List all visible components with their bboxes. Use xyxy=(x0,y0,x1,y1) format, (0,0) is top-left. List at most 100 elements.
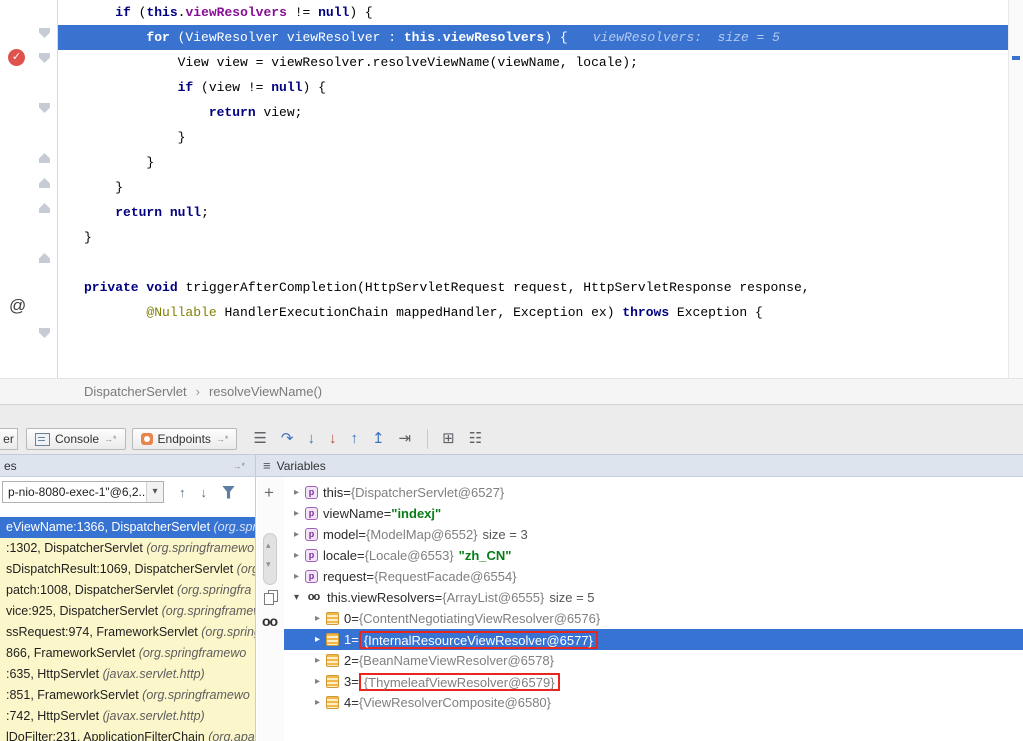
breakpoint-icon[interactable]: ✓ xyxy=(8,49,25,66)
frame-row[interactable]: :742, HttpServlet (javax.servlet.http) xyxy=(0,706,255,727)
equals-sign: = xyxy=(351,695,359,710)
watches-icon[interactable]: oo xyxy=(262,613,277,629)
chevron-right-icon[interactable]: ▸ xyxy=(290,571,303,582)
drop-frame-icon[interactable]: ↥ xyxy=(372,429,385,449)
variables-panel: ▸pthis = {DispatcherServlet@6527}▸pviewN… xyxy=(284,477,1023,741)
panel-headers: es →* ≡ Variables xyxy=(0,454,1023,477)
ide-window: ✓ @ if (this.viewResolvers != null) { fo… xyxy=(0,0,1023,741)
step-into-icon[interactable]: ↓ xyxy=(307,429,315,449)
variable-row[interactable]: ▸2 = {BeanNameViewResolver@6578} xyxy=(284,650,1023,671)
frame-row[interactable]: 866, FrameworkServlet (org.springframewo xyxy=(0,643,255,664)
fold-collapse-icon[interactable] xyxy=(39,28,50,38)
scroll-down-icon[interactable]: ▾ xyxy=(266,559,271,570)
frame-row[interactable]: vice:925, DispatcherServlet (org.springf… xyxy=(0,601,255,622)
variable-name: 2 xyxy=(344,653,351,668)
add-watch-icon[interactable]: + xyxy=(264,483,274,503)
chevron-right-icon[interactable]: ▸ xyxy=(290,487,303,498)
variable-name: model xyxy=(323,527,358,542)
variable-row[interactable]: ▸prequest = {RequestFacade@6554} xyxy=(284,566,1023,587)
restore-layout-icon[interactable]: ☷ xyxy=(469,429,482,449)
variable-row[interactable]: ▸0 = {ContentNegotiatingViewResolver@657… xyxy=(284,608,1023,629)
frame-row[interactable]: :635, HttpServlet (javax.servlet.http) xyxy=(0,664,255,685)
array-element-icon xyxy=(326,696,339,709)
step-over-icon[interactable]: ↷ xyxy=(281,429,294,449)
fold-end-icon[interactable] xyxy=(39,253,50,263)
variable-name: request xyxy=(323,569,366,584)
frame-location: patch:1008, DispatcherServlet xyxy=(6,583,177,597)
frame-row[interactable]: :851, FrameworkServlet (org.springframew… xyxy=(0,685,255,706)
chevron-right-icon[interactable]: ▸ xyxy=(290,508,303,519)
arrow-down-icon[interactable]: ↓ xyxy=(201,485,208,500)
frame-row[interactable]: eViewName:1366, DispatcherServlet (org.s… xyxy=(0,517,255,538)
thread-selector-dropdown[interactable]: p-nio-8080-exec-1"@6,2... ▾ xyxy=(2,481,164,503)
variable-value: {BeanNameViewResolver@6578} xyxy=(359,653,554,668)
variable-value-red-annotation: {InternalResourceViewResolver@6577} xyxy=(359,631,598,649)
fold-collapse-icon[interactable] xyxy=(39,103,50,113)
hamburger-icon[interactable]: ≡ xyxy=(263,458,271,473)
tab-console[interactable]: Console →* xyxy=(26,428,126,450)
frames-tab-fragment[interactable]: es xyxy=(4,459,17,473)
chevron-right-icon[interactable]: ▸ xyxy=(311,613,324,624)
frame-row[interactable]: patch:1008, DispatcherServlet (org.sprin… xyxy=(0,580,255,601)
variable-row[interactable]: ▸pthis = {DispatcherServlet@6527} xyxy=(284,482,1023,503)
fold-gutter xyxy=(37,0,53,378)
tab-debugger-fragment[interactable]: er xyxy=(0,428,18,450)
frame-location: ssRequest:974, FrameworkServlet xyxy=(6,625,201,639)
editor-scrollbar[interactable] xyxy=(1008,0,1023,378)
thread-row: p-nio-8080-exec-1"@6,2... ▾ ↑ ↓ xyxy=(0,480,255,504)
code-line: private void triggerAfterCompletion(Http… xyxy=(57,275,1009,300)
tab-endpoints[interactable]: Endpoints →* xyxy=(132,428,238,450)
variable-row[interactable]: ▸pviewName = "indexj" xyxy=(284,503,1023,524)
variable-value: {ContentNegotiatingViewResolver@6576} xyxy=(359,611,600,626)
frame-package: (org.apa xyxy=(208,730,255,741)
view-layout-grid-icon[interactable]: ⊞ xyxy=(427,429,455,449)
frame-row[interactable]: ssRequest:974, FrameworkServlet (org.spr… xyxy=(0,622,255,643)
scroll-up-icon[interactable]: ▴ xyxy=(266,540,271,551)
frame-row[interactable]: :1302, DispatcherServlet (org.springfram… xyxy=(0,538,255,559)
chevron-down-icon[interactable]: ▾ xyxy=(290,592,303,603)
fold-collapse-icon[interactable] xyxy=(39,328,50,338)
hamburger-icon[interactable]: ☰ xyxy=(253,429,266,449)
breadcrumb-class[interactable]: DispatcherServlet xyxy=(84,384,187,399)
chevron-right-icon[interactable]: ▸ xyxy=(290,550,303,561)
fold-end-icon[interactable] xyxy=(39,203,50,213)
parameter-icon: p xyxy=(305,507,318,520)
variable-row[interactable]: ▾oothis.viewResolvers = {ArrayList@6555}… xyxy=(284,587,1023,608)
execution-line: for (ViewResolver viewResolver : this.vi… xyxy=(57,25,1009,50)
variable-row[interactable]: ▸plocale = {Locale@6553} "zh_CN" xyxy=(284,545,1023,566)
chevron-right-icon[interactable]: ▸ xyxy=(311,676,324,687)
chevron-right-icon[interactable]: ▸ xyxy=(311,655,324,666)
variable-name: 4 xyxy=(344,695,351,710)
code-line: } xyxy=(57,225,1009,250)
frame-package: (org.springframewo xyxy=(142,688,250,702)
chevron-right-icon[interactable]: ▸ xyxy=(290,529,303,540)
fold-end-icon[interactable] xyxy=(39,178,50,188)
fold-collapse-icon[interactable] xyxy=(39,53,50,63)
frame-location: :851, FrameworkServlet xyxy=(6,688,142,702)
chevron-right-icon[interactable]: ▸ xyxy=(311,634,324,645)
variable-row[interactable]: ▸4 = {ViewResolverComposite@6580} xyxy=(284,692,1023,713)
tab-console-label: Console xyxy=(55,432,99,446)
arrow-up-icon[interactable]: ↑ xyxy=(179,485,186,500)
force-step-into-icon[interactable]: ↓ xyxy=(329,429,337,449)
frame-row[interactable]: sDispatchResult:1069, DispatcherServlet … xyxy=(0,559,255,580)
variable-name: this.viewResolvers xyxy=(327,590,435,605)
tab-debugger-fragment-label: er xyxy=(3,432,14,446)
variable-row[interactable]: ▸3 = {ThymeleafViewResolver@6579} xyxy=(284,671,1023,692)
fold-end-icon[interactable] xyxy=(39,153,50,163)
variable-value-red-annotation: {ThymeleafViewResolver@6579} xyxy=(359,673,560,691)
breadcrumb-method[interactable]: resolveViewName() xyxy=(209,384,322,399)
code-line: @Nullable HandlerExecutionChain mappedHa… xyxy=(57,300,1009,325)
variable-name: viewName xyxy=(323,506,384,521)
step-out-icon[interactable]: ↑ xyxy=(350,429,358,449)
variables-toolbar-strip: + ▴ ▾ oo xyxy=(257,477,284,741)
variable-row[interactable]: ▸pmodel = {ModelMap@6552} size = 3 xyxy=(284,524,1023,545)
copy-icon[interactable] xyxy=(264,590,277,605)
frame-package: (org.spr xyxy=(214,520,255,534)
code-area[interactable]: if (this.viewResolvers != null) { for (V… xyxy=(57,0,1009,378)
run-to-cursor-icon[interactable]: ⇥ xyxy=(399,429,412,449)
variable-row[interactable]: ▸1 = {InternalResourceViewResolver@6577} xyxy=(284,629,1023,650)
frame-row[interactable]: lDoFilter:231, ApplicationFilterChain (o… xyxy=(0,727,255,741)
filter-icon[interactable] xyxy=(222,486,235,499)
chevron-right-icon[interactable]: ▸ xyxy=(311,697,324,708)
